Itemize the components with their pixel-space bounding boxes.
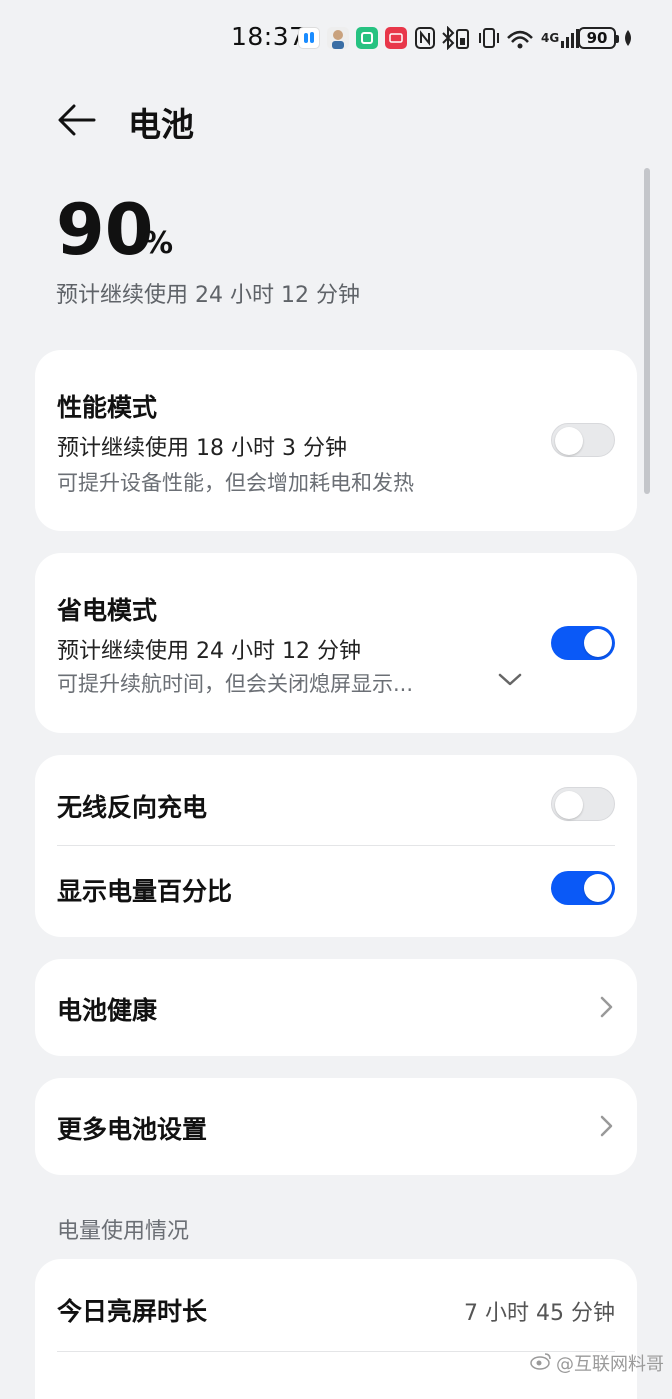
- performance-mode-estimate: 预计继续使用 18 小时 3 分钟: [57, 436, 347, 461]
- wireless-reverse-charging-row[interactable]: 无线反向充电: [35, 755, 637, 845]
- nfc-icon: [415, 24, 435, 52]
- notification-app-icon: [298, 27, 320, 49]
- usage-section-heading: 电量使用情况: [57, 1219, 190, 1244]
- more-battery-settings-label: 更多电池设置: [57, 1115, 208, 1144]
- contact-avatar-icon: [327, 27, 349, 49]
- page-header: 电池: [0, 90, 672, 150]
- status-time: 18:37: [231, 22, 306, 51]
- power-saving-mode-card[interactable]: 省电模式 预计继续使用 24 小时 12 分钟 可提升续航时间，但会关闭熄屏显示…: [35, 553, 637, 733]
- show-battery-percentage-row[interactable]: 显示电量百分比: [35, 846, 637, 937]
- wifi-icon: [505, 24, 535, 52]
- toggles-card: 无线反向充电 显示电量百分比: [35, 755, 637, 937]
- signal-icon: 4G: [541, 24, 580, 52]
- screen-on-time-row[interactable]: 今日亮屏时长 7 小时 45 分钟: [35, 1259, 637, 1351]
- performance-mode-card[interactable]: 性能模式 预计继续使用 18 小时 3 分钟 可提升设备性能，但会增加耗电和发热: [35, 350, 637, 531]
- battery-icon: 90: [578, 27, 619, 49]
- page-title: 电池: [128, 105, 194, 144]
- leaf-icon: [622, 24, 634, 52]
- screen-on-time-label: 今日亮屏时长: [57, 1297, 208, 1326]
- battery-percent: 90: [56, 189, 154, 271]
- battery-health-label: 电池健康: [57, 996, 158, 1025]
- percent-sign: %: [143, 226, 174, 261]
- back-arrow-icon[interactable]: [56, 102, 98, 138]
- mi-home-icon: [356, 27, 378, 49]
- more-battery-settings-item[interactable]: 更多电池设置: [35, 1078, 637, 1175]
- watermark: @互联网料哥: [530, 1350, 664, 1376]
- power-saving-mode-estimate: 预计继续使用 24 小时 12 分钟: [57, 639, 361, 664]
- usage-card: 今日亮屏时长 7 小时 45 分钟: [35, 1259, 637, 1399]
- performance-mode-title: 性能模式: [57, 393, 158, 422]
- toggle-knob: [584, 874, 612, 902]
- performance-mode-toggle[interactable]: [551, 423, 615, 457]
- chevron-right-icon: [596, 1114, 616, 1138]
- wireless-reverse-charging-toggle[interactable]: [551, 787, 615, 821]
- screen-on-time-value: 7 小时 45 分钟: [464, 1301, 615, 1326]
- scrollbar[interactable]: [644, 168, 650, 494]
- network-type: 4G: [541, 31, 560, 45]
- show-battery-percentage-toggle[interactable]: [551, 871, 615, 905]
- power-saving-mode-description: 可提升续航时间，但会关闭熄屏显示...: [57, 672, 414, 696]
- show-battery-percentage-label: 显示电量百分比: [57, 877, 233, 906]
- wireless-reverse-charging-label: 无线反向充电: [57, 793, 208, 822]
- power-saving-mode-title: 省电模式: [57, 596, 158, 625]
- battery-health-item[interactable]: 电池健康: [35, 959, 637, 1056]
- power-saving-mode-toggle[interactable]: [551, 626, 615, 660]
- vibrate-icon: [477, 24, 501, 52]
- expand-chevron-down-icon[interactable]: [497, 671, 523, 689]
- status-bar: 18:37 4G 90: [0, 0, 672, 80]
- bluetooth-icon: [441, 24, 471, 52]
- battery-estimate: 预计继续使用 24 小时 12 分钟: [56, 283, 360, 308]
- watermark-text: @互联网料哥: [556, 1354, 664, 1375]
- chevron-right-icon: [596, 995, 616, 1019]
- toggle-knob: [555, 427, 583, 455]
- performance-mode-description: 可提升设备性能，但会增加耗电和发热: [57, 471, 414, 495]
- toggle-knob: [584, 629, 612, 657]
- huawei-app-icon: [385, 27, 407, 49]
- toggle-knob: [555, 791, 583, 819]
- weibo-icon: [530, 1352, 552, 1375]
